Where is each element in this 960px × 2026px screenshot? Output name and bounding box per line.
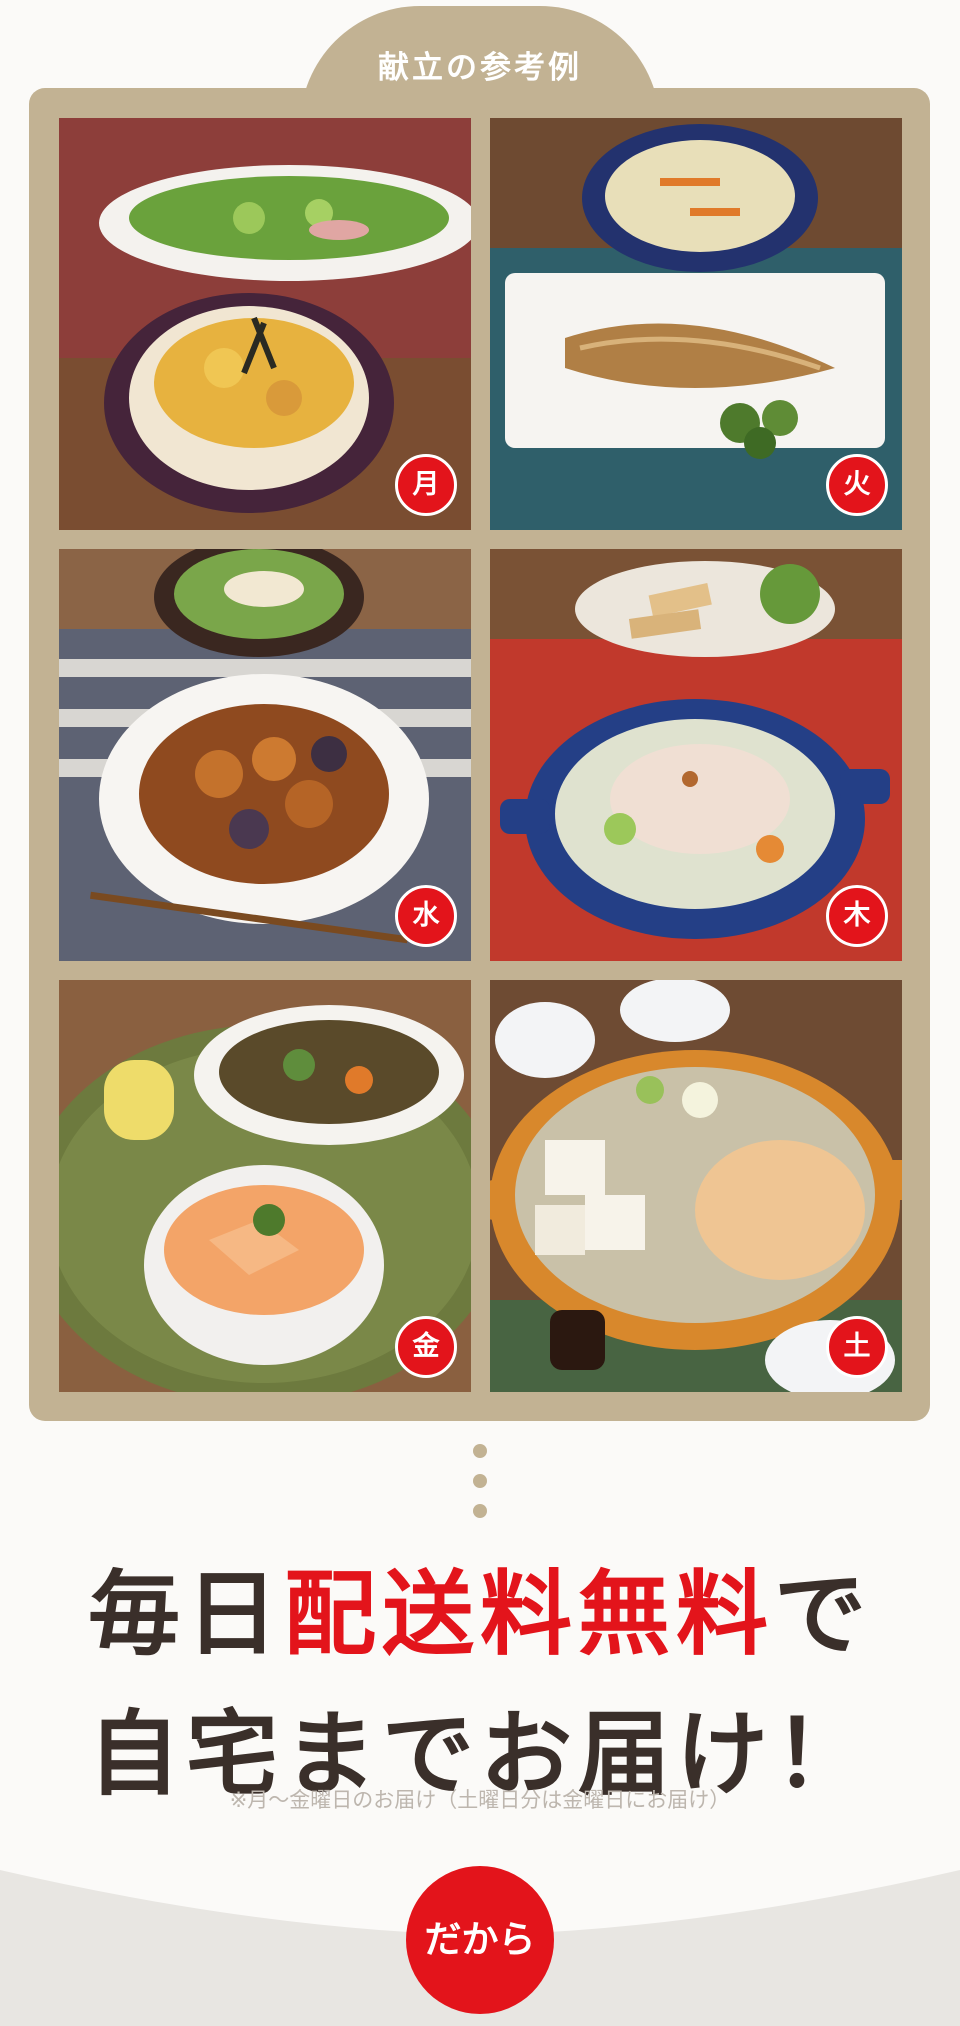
menu-photo-wednesday: 水 (59, 549, 471, 961)
day-badge-wednesday: 水 (395, 885, 457, 947)
menu-photo-friday: 金 (59, 980, 471, 1392)
headline-free-shipping: 配送料無料 (283, 1561, 774, 1668)
day-badge-monday: 月 (395, 454, 457, 516)
menu-panel-title: 献立の参考例 (378, 50, 582, 86)
headline-line1: 毎日配送料無料で (0, 1540, 960, 1673)
day-badge-thursday: 木 (826, 885, 888, 947)
menu-photo-monday: 月 (59, 118, 471, 530)
connector-dot (473, 1474, 487, 1488)
headline-line1-post: で (774, 1561, 873, 1668)
delivery-note: ※月〜金曜日のお届け（土曜日分は金曜日にお届け） (229, 1788, 731, 1812)
connector-dot (473, 1444, 487, 1458)
menu-photo-thursday: 木 (490, 549, 902, 961)
connector-dot (473, 1504, 487, 1518)
dakara-badge: だから (406, 1866, 554, 2014)
day-badge-friday: 金 (395, 1316, 457, 1378)
menu-photo-tuesday: 火 (490, 118, 902, 530)
headline-line1-pre: 毎日 (87, 1561, 284, 1668)
day-badge-saturday: 土 (826, 1316, 888, 1378)
day-badge-tuesday: 火 (826, 454, 888, 516)
menu-photo-saturday: 土 (490, 980, 902, 1392)
